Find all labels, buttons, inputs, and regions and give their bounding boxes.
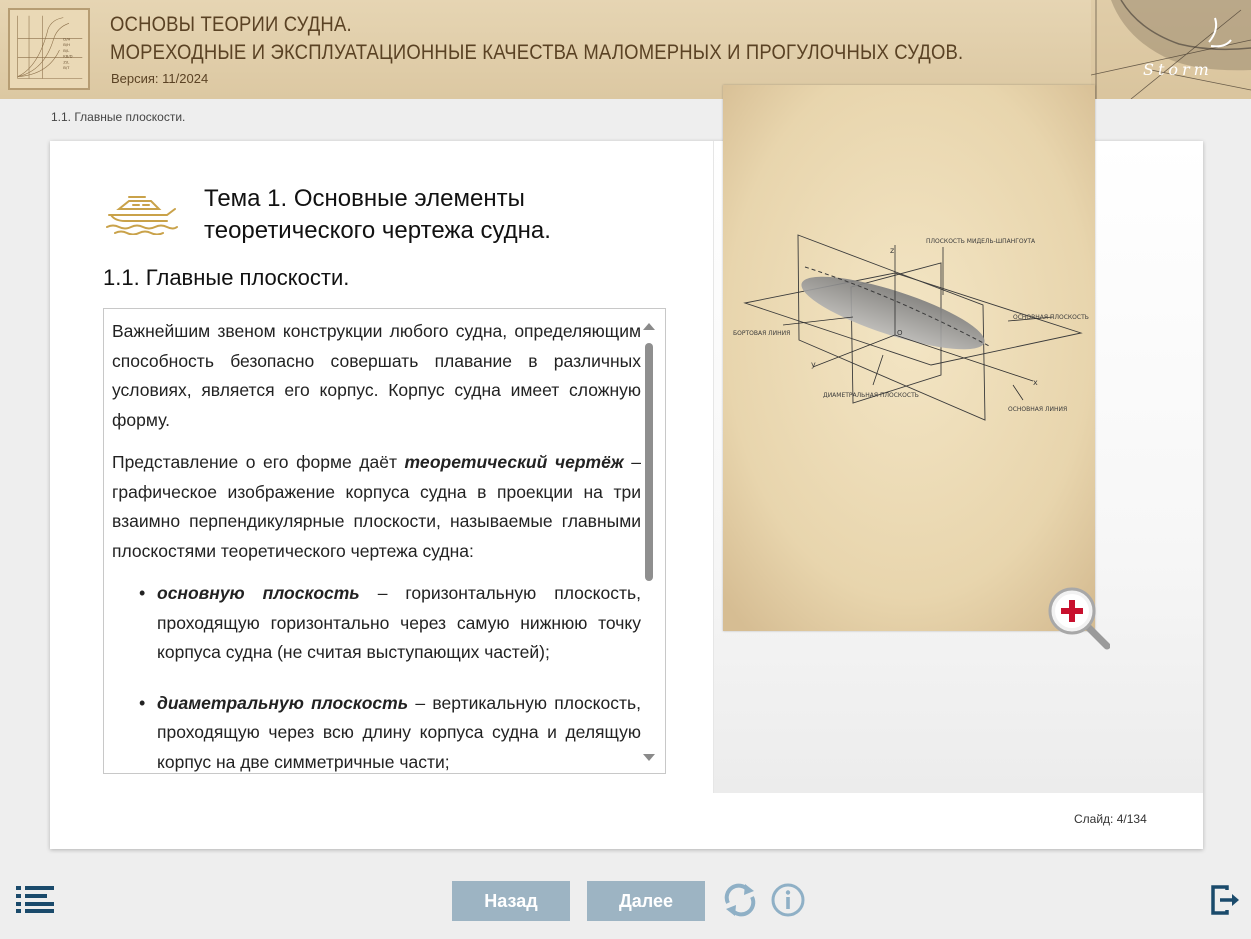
list-item: основную плоскость – горизонтальную плос… bbox=[139, 579, 641, 668]
topic-title-line-1: Тема 1. Основные элементы bbox=[204, 185, 525, 212]
label-base-plane: ОСНОВНАЯ ПЛОСКОСТЬ bbox=[1013, 314, 1089, 321]
term-base-plane: основную плоскость bbox=[157, 583, 360, 603]
reload-icon[interactable] bbox=[721, 881, 759, 919]
label-midship-plane: ПЛОСКОСТЬ МИДЕЛЬ-ШПАНГОУТА bbox=[926, 238, 1036, 245]
term-diametral-plane: диаметральную плоскость bbox=[157, 692, 409, 713]
svg-text:KB/D: KB/D bbox=[63, 54, 72, 59]
breadcrumb: 1.1. Главные плоскости. bbox=[51, 110, 186, 124]
list-menu-icon[interactable] bbox=[16, 886, 54, 913]
label-origin: O bbox=[897, 329, 903, 337]
content-text: Важнейшим звеном конструкции любого судн… bbox=[112, 317, 641, 774]
label-diametral-plane: ДИАМЕТРАЛЬНАЯ ПЛОСКОСТЬ bbox=[823, 392, 919, 399]
scroll-thumb[interactable] bbox=[645, 343, 653, 581]
label-axis-z: z bbox=[890, 246, 894, 255]
exit-icon[interactable] bbox=[1210, 884, 1240, 916]
zoom-in-icon[interactable] bbox=[1045, 584, 1110, 650]
header-thumbnail-icon: D/HB/HB/L KB/DZ/LB/T bbox=[8, 8, 90, 90]
ship-planes-figure[interactable]: ПЛОСКОСТЬ МИДЕЛЬ-ШПАНГОУТА ОСНОВНАЯ ПЛОС… bbox=[723, 85, 1095, 631]
logo-text: Storm bbox=[1143, 60, 1213, 79]
planes-list: основную плоскость – горизонтальную плос… bbox=[139, 579, 641, 774]
svg-text:B/L: B/L bbox=[63, 48, 70, 53]
list-item: диаметральную плоскость – вертикальную п… bbox=[139, 689, 641, 774]
topic-title: Тема 1. Основные элементы теоретического… bbox=[204, 183, 624, 247]
section-title: 1.1. Главные плоскости. bbox=[103, 265, 350, 290]
svg-text:B/T: B/T bbox=[63, 65, 70, 70]
course-title-line-1: ОСНОВЫ ТЕОРИИ СУДНА. bbox=[110, 13, 352, 36]
label-side-line: БОРТОВАЯ ЛИНИЯ bbox=[733, 330, 790, 337]
paragraph-2: Представление о его форме даёт теоретиче… bbox=[112, 452, 641, 561]
back-button[interactable]: Назад bbox=[452, 881, 570, 921]
term-theoretical-drawing: теоретический чертёж bbox=[404, 452, 624, 472]
course-title-line-2: МОРЕХОДНЫЕ И ЭКСПЛУАТАЦИОННЫЕ КАЧЕСТВА М… bbox=[110, 41, 964, 64]
scroll-down-arrow-icon[interactable] bbox=[643, 754, 655, 761]
label-base-line: ОСНОВНАЯ ЛИНИЯ bbox=[1008, 406, 1067, 413]
paragraph-1: Важнейшим звеном конструкции любого судн… bbox=[112, 321, 641, 430]
content-scroll-box[interactable]: Важнейшим звеном конструкции любого судн… bbox=[103, 308, 666, 774]
scrollbar[interactable] bbox=[643, 323, 655, 761]
topic-title-line-2: теоретического чертежа судна. bbox=[204, 217, 551, 244]
scroll-up-arrow-icon[interactable] bbox=[643, 323, 655, 330]
next-button[interactable]: Далее bbox=[587, 881, 705, 921]
svg-text:Z/L: Z/L bbox=[63, 59, 70, 64]
course-title: ОСНОВЫ ТЕОРИИ СУДНА. МОРЕХОДНЫЕ И ЭКСПЛУ… bbox=[110, 11, 963, 67]
info-icon[interactable] bbox=[770, 882, 806, 918]
svg-text:B/H: B/H bbox=[63, 42, 70, 47]
panel-divider bbox=[713, 141, 714, 793]
label-axis-y: y bbox=[811, 360, 816, 369]
slide-counter: Слайд: 4/134 bbox=[1074, 812, 1147, 826]
storm-logo-icon: Storm bbox=[1091, 0, 1251, 99]
boat-icon bbox=[106, 196, 178, 235]
svg-text:D/H: D/H bbox=[63, 36, 70, 41]
version-label: Версия: 11/2024 bbox=[111, 71, 209, 86]
label-axis-x: x bbox=[1033, 378, 1038, 387]
